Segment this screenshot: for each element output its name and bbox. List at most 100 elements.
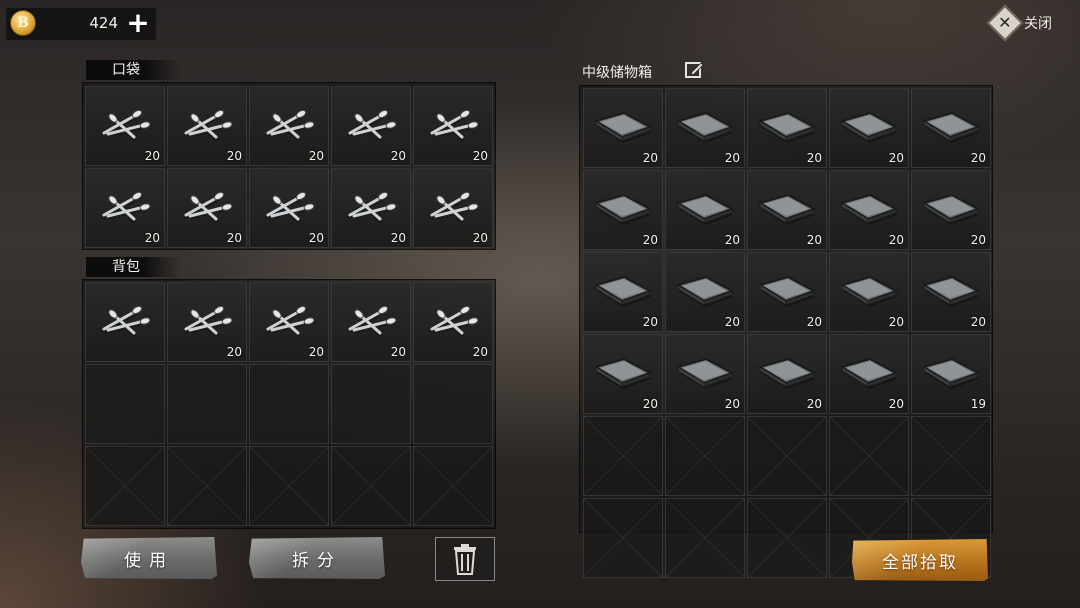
- item-quantity: 20: [970, 315, 986, 329]
- pocket-slot[interactable]: 20: [249, 86, 329, 166]
- item-quantity: 20: [888, 233, 904, 247]
- item-quantity: 20: [888, 397, 904, 411]
- item-quantity: 20: [642, 397, 658, 411]
- storage-slot[interactable]: 20: [665, 334, 745, 414]
- item-quantity: 20: [724, 151, 740, 165]
- backpack-slot[interactable]: [85, 282, 165, 362]
- backpack-slot[interactable]: 20: [413, 282, 493, 362]
- item-quantity: 20: [144, 149, 160, 163]
- storage-title: 中级储物箱: [582, 65, 652, 81]
- pocket-slot[interactable]: 20: [167, 86, 247, 166]
- storage-slot[interactable]: 20: [665, 170, 745, 250]
- item-quantity: 20: [226, 345, 242, 359]
- split-button[interactable]: 拆分: [249, 537, 385, 579]
- trash-icon: [454, 544, 476, 575]
- storage-slot[interactable]: 20: [829, 252, 909, 332]
- storage-slot[interactable]: 20: [665, 88, 745, 168]
- storage-slot[interactable]: 20: [583, 334, 663, 414]
- item-quantity: 20: [226, 149, 242, 163]
- item-quantity: 20: [642, 233, 658, 247]
- item-quantity: 20: [472, 345, 488, 359]
- backpack-grid: 20 20 20 20: [85, 282, 493, 526]
- coin-symbol: B: [17, 15, 29, 31]
- backpack-slot[interactable]: [413, 364, 493, 444]
- backpack-slot[interactable]: [85, 364, 165, 444]
- close-button[interactable]: ✕ 关闭: [986, 4, 1070, 42]
- storage-locked-slot: [583, 416, 663, 496]
- item-quantity: 19: [970, 397, 986, 411]
- currency-amount: 424: [89, 14, 118, 32]
- backpack-slot[interactable]: 20: [167, 282, 247, 362]
- item-quantity: 20: [724, 397, 740, 411]
- backpack-title: 背包: [86, 257, 180, 277]
- edit-icon[interactable]: [684, 60, 704, 80]
- backpack-slot[interactable]: 20: [249, 282, 329, 362]
- backpack-locked-slot: [249, 446, 329, 526]
- pocket-slot[interactable]: 20: [85, 168, 165, 248]
- pocket-slot[interactable]: 20: [413, 86, 493, 166]
- backpack-slot[interactable]: [331, 364, 411, 444]
- backpack-locked-slot: [331, 446, 411, 526]
- trash-button[interactable]: [435, 537, 495, 581]
- backpack-slot[interactable]: [167, 364, 247, 444]
- storage-locked-slot: [747, 416, 827, 496]
- item-quantity: 20: [308, 345, 324, 359]
- pocket-slot[interactable]: 20: [167, 168, 247, 248]
- storage-slot[interactable]: 20: [911, 170, 991, 250]
- item-quantity: 20: [390, 231, 406, 245]
- storage-locked-slot: [583, 498, 663, 578]
- add-currency-button[interactable]: +: [126, 9, 150, 37]
- pocket-title: 口袋: [86, 60, 180, 80]
- use-button[interactable]: 使用: [81, 537, 217, 579]
- take-all-button[interactable]: 全部拾取: [852, 539, 988, 581]
- close-label: 关闭: [1024, 16, 1052, 32]
- storage-slot[interactable]: 20: [829, 170, 909, 250]
- pocket-slot[interactable]: 20: [249, 168, 329, 248]
- storage-slot[interactable]: 20: [829, 88, 909, 168]
- pocket-slot[interactable]: 20: [85, 86, 165, 166]
- item-quantity: 20: [308, 231, 324, 245]
- item-quantity: 20: [724, 233, 740, 247]
- storage-slot[interactable]: 20: [747, 88, 827, 168]
- item-quantity: 20: [642, 315, 658, 329]
- item-quantity: 20: [970, 151, 986, 165]
- storage-slot[interactable]: 20: [583, 170, 663, 250]
- storage-slot[interactable]: 20: [665, 252, 745, 332]
- storage-locked-slot: [747, 498, 827, 578]
- storage-slot[interactable]: 20: [911, 252, 991, 332]
- storage-slot[interactable]: 19: [911, 334, 991, 414]
- item-quantity: 20: [806, 315, 822, 329]
- item-quantity: 20: [806, 233, 822, 247]
- pocket-slot[interactable]: 20: [413, 168, 493, 248]
- storage-slot[interactable]: 20: [747, 334, 827, 414]
- close-x-glyph: ✕: [998, 13, 1012, 32]
- backpack-slot[interactable]: [249, 364, 329, 444]
- storage-slot[interactable]: 20: [583, 88, 663, 168]
- storage-locked-slot: [829, 416, 909, 496]
- storage-grid: 20 20 20 20 20 20 20 20 20 20 20 20 20 20 20 20 20 20 20 19: [583, 88, 991, 578]
- storage-slot[interactable]: 20: [583, 252, 663, 332]
- backpack-slot[interactable]: 20: [331, 282, 411, 362]
- item-quantity: 20: [724, 315, 740, 329]
- item-quantity: 20: [308, 149, 324, 163]
- backpack-locked-slot: [85, 446, 165, 526]
- backpack-locked-slot: [167, 446, 247, 526]
- item-quantity: 20: [888, 315, 904, 329]
- item-quantity: 20: [390, 149, 406, 163]
- item-quantity: 20: [472, 231, 488, 245]
- item-quantity: 20: [806, 397, 822, 411]
- storage-slot[interactable]: 20: [829, 334, 909, 414]
- storage-slot[interactable]: 20: [747, 170, 827, 250]
- storage-locked-slot: [911, 416, 991, 496]
- storage-locked-slot: [665, 498, 745, 578]
- storage-slot[interactable]: 20: [911, 88, 991, 168]
- backpack-locked-slot: [413, 446, 493, 526]
- close-x-icon: ✕: [986, 4, 1024, 42]
- pocket-slot[interactable]: 20: [331, 168, 411, 248]
- item-quantity: 20: [472, 149, 488, 163]
- storage-slot[interactable]: 20: [747, 252, 827, 332]
- pocket-slot[interactable]: 20: [331, 86, 411, 166]
- item-quantity: 20: [970, 233, 986, 247]
- item-quantity: 20: [642, 151, 658, 165]
- item-quantity: 20: [144, 231, 160, 245]
